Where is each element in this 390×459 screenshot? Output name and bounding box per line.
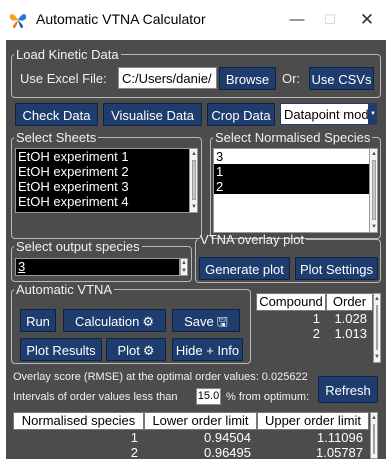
maximize-button[interactable]: ☐ [315,8,345,32]
orders-table-header: Compound Order [256,293,373,311]
normalised-scrollbar[interactable]: ▲ ▼ [369,149,377,232]
list-item[interactable]: EtOH experiment 3 [16,179,197,194]
orders-table: Compound Order 1 1.028 2 1.013 [256,293,373,363]
scroll-thumb[interactable] [372,160,376,220]
save-button[interactable]: Save 🖫 [172,309,240,332]
table-cell: 1.11096 [316,430,363,445]
plot-options-button[interactable]: Plot ⚙ [106,338,166,361]
limits-table-header: Normalised species Lower order limit Upp… [13,412,369,430]
interval-suffix-text: % from optimum: [226,391,310,403]
limits-table: Normalised species Lower order limit Upp… [13,412,369,459]
chevron-down-icon[interactable]: ▼ [369,103,377,125]
output-species-select[interactable]: 3 [15,258,180,276]
butterfly-icon [9,14,27,28]
column-header: Lower order limit [144,412,257,430]
output-species-legend: Select output species [16,239,140,254]
table-cell: 1 [312,311,320,326]
scroll-thumb[interactable] [192,160,196,200]
crop-data-button[interactable]: Crop Data [207,103,275,126]
table-cell: 1.028 [334,311,367,326]
scroll-down-icon[interactable]: ▼ [374,352,380,362]
normalised-listbox[interactable]: 3 1 2 ▲ ▼ [213,148,378,233]
column-header: Normalised species [13,412,144,430]
automatic-vtna-legend: Automatic VTNA [16,282,113,297]
list-item[interactable]: 3 [214,149,377,164]
table-row: 2 1.013 [256,326,373,341]
column-header: Compound [256,293,326,311]
hide-info-button[interactable]: Hide + Info [172,338,243,361]
table-cell: 1.05787 [316,445,363,459]
or-label: Or: [282,71,301,86]
plot-results-button[interactable]: Plot Results [20,338,102,361]
excel-file-label: Use Excel File: [20,71,107,86]
file-path-field[interactable]: C:/Users/danie/ [118,67,217,89]
gear-icon: ⚙ [142,343,155,358]
scroll-up-icon[interactable]: ▲ [370,149,377,159]
overlay-plot-legend: VTNA overlay plot [200,232,305,247]
list-item[interactable]: EtOH experiment 1 [16,149,197,164]
table-cell: 2 [130,445,138,459]
datapoint-mode-select[interactable]: Datapoint mode [280,103,369,125]
plot-settings-button[interactable]: Plot Settings [295,257,378,280]
scroll-thumb[interactable] [376,305,378,350]
generate-plot-button[interactable]: Generate plot [199,257,290,280]
main-panel: Load Kinetic Data Use Excel File: C:/Use… [6,40,386,459]
check-data-button[interactable]: Check Data [15,103,98,126]
sheets-scrollbar[interactable]: ▲ ▼ [189,149,197,212]
overlay-score-text: Overlay score (RMSE) at the optimal orde… [13,371,308,383]
floppy-disk-icon: 🖫 [216,314,228,329]
table-cell: 1.013 [334,326,367,341]
table-row: 1 1.028 [256,311,373,326]
scroll-down-icon[interactable]: ▼ [370,222,377,232]
column-header: Upper order limit [257,412,369,430]
minimize-button[interactable]: — [282,8,312,32]
list-item[interactable]: 2 [214,179,377,194]
orders-scrollbar[interactable]: ▲ ▼ [373,293,381,363]
sheets-listbox[interactable]: EtOH experiment 1 EtOH experiment 2 EtOH… [15,148,198,213]
run-button[interactable]: Run [20,309,56,332]
list-item[interactable]: EtOH experiment 2 [16,164,197,179]
scroll-up-icon[interactable]: ▲ [371,413,377,423]
browse-button[interactable]: Browse [219,67,276,90]
list-item[interactable]: 1 [214,164,377,179]
calculation-button[interactable]: Calculation ⚙ [63,309,166,332]
scroll-up-icon[interactable]: ▲ [374,294,380,304]
refresh-button[interactable]: Refresh [318,376,378,403]
table-cell: 2 [312,326,320,341]
plot-label: Plot [117,343,140,358]
column-header: Order [326,293,373,311]
spinbox-arrows-icon[interactable]: ▲ ▼ [180,258,188,276]
limits-scrollbar[interactable]: ▲ [370,412,378,459]
gear-icon: ⚙ [142,314,154,329]
select-sheets-legend: Select Sheets [16,130,97,145]
table-row: 2 0.96495 1.05787 [13,445,369,459]
scroll-up-icon[interactable]: ▲ [190,149,197,159]
use-csvs-button[interactable]: Use CSVs [309,67,374,90]
table-row: 1 0.94504 1.11096 [13,430,369,445]
calculation-label: Calculation [75,314,140,329]
load-data-legend: Load Kinetic Data [16,47,119,62]
list-item[interactable]: EtOH experiment 4 [16,194,197,209]
interval-prefix-text: Intervals of order values less than [13,391,178,403]
save-label: Save [184,314,214,329]
scroll-thumb[interactable] [373,424,375,454]
close-button[interactable]: ✕ [352,8,382,32]
title-bar: Automatic VTNA Calculator — ☐ ✕ [0,0,390,40]
visualise-data-button[interactable]: Visualise Data [103,103,202,126]
table-cell: 1 [130,430,138,445]
table-cell: 0.96495 [204,445,251,459]
table-cell: 0.94504 [204,430,251,445]
window-title: Automatic VTNA Calculator [36,11,206,27]
normalised-species-legend: Select Normalised Species [215,130,371,145]
threshold-input[interactable]: 15.0 [196,388,221,405]
scroll-down-icon[interactable]: ▼ [190,202,197,212]
